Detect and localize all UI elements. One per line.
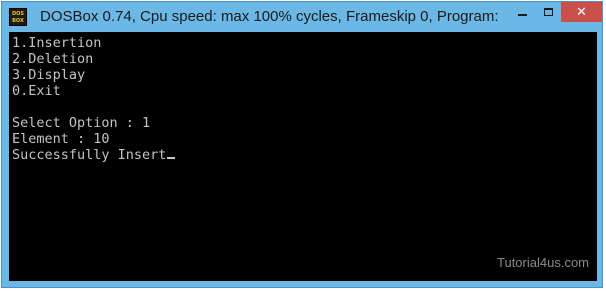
dosbox-window: DOS BOX DOSBox 0.74, Cpu speed: max 100%… [1, 1, 603, 288]
maximize-button[interactable] [535, 2, 561, 22]
watermark: Tutorial4us.com [497, 255, 589, 270]
console-line-text: Successfully Insert [12, 147, 167, 163]
close-icon: ✕ [576, 4, 587, 20]
text-cursor [167, 157, 176, 159]
icon-text-top: DOS [11, 11, 24, 17]
console-line: Select Option : 1 [12, 115, 151, 131]
close-button[interactable]: ✕ [561, 2, 602, 22]
minimize-icon [517, 14, 527, 16]
console-screen[interactable]: 1.Insertion 2.Deletion 3.Display 0.Exit … [9, 32, 597, 281]
console-line: Element : 10 [12, 131, 110, 147]
console-line: 1.Insertion [12, 35, 102, 51]
console-last-line: Successfully Insert [12, 147, 176, 163]
title-bar[interactable]: DOS BOX DOSBox 0.74, Cpu speed: max 100%… [2, 2, 602, 32]
maximize-icon [543, 8, 553, 16]
window-title: DOSBox 0.74, Cpu speed: max 100% cycles,… [40, 8, 499, 25]
minimize-button[interactable] [509, 2, 535, 22]
dosbox-icon[interactable]: DOS BOX [9, 8, 27, 26]
console-line: 2.Deletion [12, 51, 94, 67]
console-line: 0.Exit [12, 83, 61, 99]
console-line: 3.Display [12, 67, 86, 83]
icon-text-bottom: BOX [12, 18, 24, 24]
